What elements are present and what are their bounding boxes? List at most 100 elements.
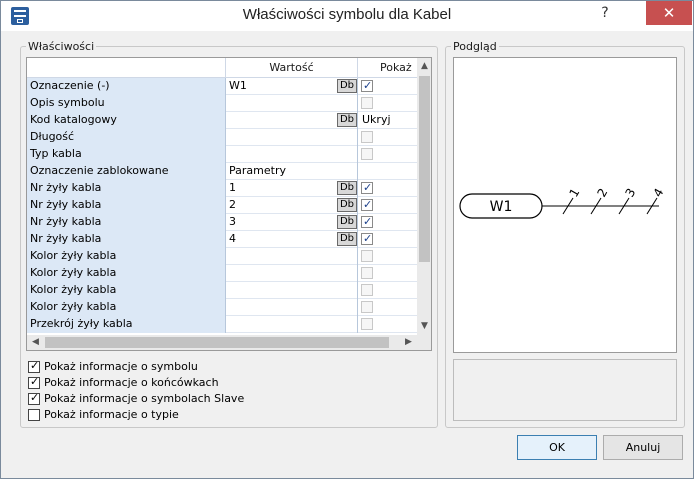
property-name: Kolor żyły kabla [27,282,226,299]
property-value[interactable]: Parametry [226,163,358,180]
table-row[interactable]: Kolor żyły kabla [27,248,417,265]
show-checkbox [361,301,373,313]
help-button[interactable]: ? [590,1,620,25]
property-value-text: 1 [229,181,236,194]
ok-button[interactable]: OK [517,435,597,460]
property-show [358,95,417,112]
property-name: Kolor żyły kabla [27,299,226,316]
property-name: Typ kabla [27,146,226,163]
option-checkbox[interactable] [28,391,40,405]
property-name: Nr żyły kabla [27,231,226,248]
scroll-right-icon[interactable]: ▶ [400,335,417,350]
option-checkbox[interactable] [28,359,40,373]
property-show [358,214,417,231]
cable-symbol-drawing: W1 1234 [459,186,666,219]
property-name: Kolor żyły kabla [27,265,226,282]
table-row[interactable]: Nr żyły kabla 1 Db [27,180,417,197]
property-value[interactable] [226,299,358,316]
property-value[interactable]: 1 Db [226,180,358,197]
property-name: Długość [27,129,226,146]
horizontal-scroll-thumb[interactable] [45,337,389,348]
show-checkbox[interactable] [361,197,373,213]
scroll-left-icon[interactable]: ◀ [27,335,44,350]
wire-label: 2 [594,186,610,200]
property-value-text: 4 [229,232,236,245]
table-row[interactable]: Kolor żyły kabla [27,282,417,299]
show-checkbox[interactable] [361,231,373,247]
properties-grid: Wartość Pokaż Oznaczenie (-)W1 Db Opis sym… [26,57,432,351]
table-row[interactable]: Kolor żyły kabla [27,299,417,316]
property-value[interactable] [226,282,358,299]
property-show [358,282,417,299]
scroll-corner [417,335,431,350]
database-button[interactable]: Db [337,181,357,195]
column-header-value[interactable]: Wartość [226,58,358,78]
show-checkbox [361,131,373,143]
property-value[interactable] [226,248,358,265]
property-name: Nr żyły kabla [27,214,226,231]
show-checkbox [361,148,373,160]
database-button[interactable]: Db [337,215,357,229]
table-row[interactable]: Długość [27,129,417,146]
table-row[interactable]: Oznaczenie (-) W1 Db [27,78,417,95]
property-name: Oznaczenie (-) [27,78,226,95]
property-show: Ukryj [358,112,417,129]
close-button[interactable]: ✕ [646,1,692,25]
property-value[interactable] [226,95,358,112]
property-show [358,248,417,265]
property-show [358,146,417,163]
table-row[interactable]: Opis symbolu [27,95,417,112]
title-bar: Właściwości symbolu dla Kabel ? ✕ [1,1,693,31]
property-name: Opis symbolu [27,95,226,112]
property-show [358,197,417,214]
horizontal-scrollbar[interactable]: ◀ ▶ [27,335,417,350]
property-value[interactable] [226,129,358,146]
property-value[interactable]: 2 Db [226,197,358,214]
database-button[interactable]: Db [337,232,357,246]
property-show [358,316,417,333]
scroll-down-icon[interactable]: ▼ [417,318,431,335]
database-button[interactable]: Db [337,113,357,127]
property-value-text: 2 [229,198,236,211]
table-row[interactable]: Typ kabla [27,146,417,163]
option-label: Pokaż informacje o symbolu [44,360,198,373]
grid-header: Wartość Pokaż [27,58,417,78]
preview-info-panel [453,359,677,421]
property-value-text: W1 [229,79,247,92]
property-show [358,299,417,316]
option-checkbox[interactable] [28,375,40,389]
database-button[interactable]: Db [337,198,357,212]
table-row[interactable]: Przekrój żyły kabla [27,316,417,333]
database-button[interactable]: Db [337,79,357,93]
option-checkbox[interactable] [28,409,40,421]
table-row[interactable]: Kod katalogowy Db Ukryj [27,112,417,129]
show-checkbox [361,318,373,330]
scroll-up-icon[interactable]: ▲ [417,58,431,75]
table-row[interactable]: Kolor żyły kabla [27,265,417,282]
show-dropdown-value[interactable]: Ukryj [362,112,391,128]
property-value[interactable]: 4 Db [226,231,358,248]
show-checkbox[interactable] [361,78,373,94]
symbol-preview: W1 1234 [453,57,677,353]
property-value[interactable] [226,265,358,282]
property-value[interactable]: 3 Db [226,214,358,231]
vertical-scrollbar[interactable]: ▲ ▼ [417,58,431,335]
table-row[interactable]: Nr żyły kabla 3 Db [27,214,417,231]
property-value[interactable] [226,316,358,333]
column-header-show[interactable]: Pokaż [358,58,418,78]
property-value[interactable]: W1 Db [226,78,358,95]
vertical-scroll-thumb[interactable] [419,76,430,262]
table-row[interactable]: Nr żyły kabla 2 Db [27,197,417,214]
property-value[interactable] [226,146,358,163]
property-value[interactable]: Db [226,112,358,129]
show-checkbox[interactable] [361,214,373,230]
table-row[interactable]: Nr żyły kabla 4 Db [27,231,417,248]
column-header-name [27,58,226,78]
cancel-button[interactable]: Anuluj [603,435,683,460]
show-checkbox [361,97,373,109]
table-row[interactable]: Oznaczenie zablokowane Parametry [27,163,417,180]
show-checkbox [361,284,373,296]
option-label: Pokaż informacje o końcówkach [44,376,219,389]
show-checkbox[interactable] [361,180,373,196]
wire-label: 3 [622,186,638,200]
